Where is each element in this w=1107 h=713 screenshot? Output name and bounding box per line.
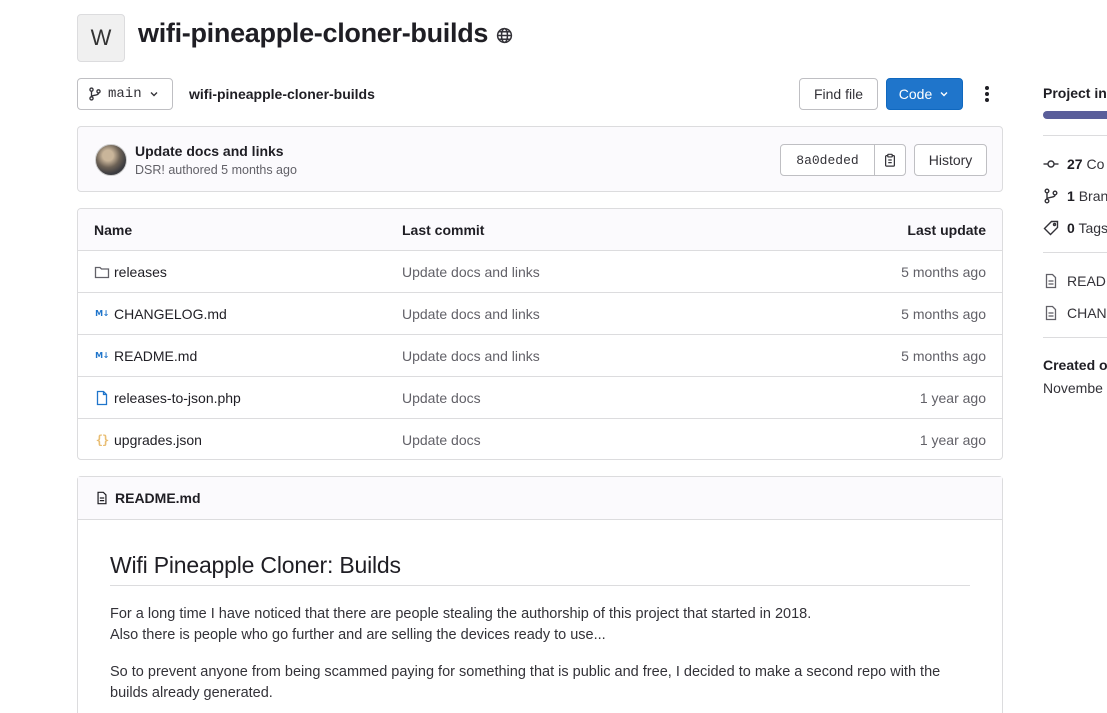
file-last-update: 5 months ago (901, 305, 986, 322)
commit-sha[interactable]: 8a0deded (781, 145, 875, 175)
file-last-commit[interactable]: Update docs and links (402, 293, 540, 334)
readme-filename[interactable]: README.md (115, 490, 201, 506)
created-on-label: Created o (1043, 357, 1107, 373)
history-button[interactable]: History (914, 144, 987, 176)
branch-icon (89, 87, 101, 101)
branches-label: Bran (1078, 188, 1107, 204)
readme-content: Wifi Pineapple Cloner: Builds For a long… (78, 520, 1002, 704)
globe-icon (496, 27, 513, 44)
file-name[interactable]: README.md (114, 348, 197, 364)
readme-panel: README.md Wifi Pineapple Cloner: Builds … (77, 476, 1003, 713)
table-header: Name Last commit Last update (78, 209, 1002, 251)
readme-paragraph: So to prevent anyone from being scammed … (110, 664, 941, 701)
file-icon (1045, 273, 1057, 289)
chevron-down-icon (150, 92, 158, 97)
branch-selector[interactable]: main (77, 78, 173, 110)
readme-paragraph: For a long time I have noticed that ther… (110, 604, 970, 646)
sidebar-divider (1043, 337, 1107, 338)
file-name[interactable]: releases-to-json.php (114, 390, 241, 406)
breadcrumb[interactable]: wifi-pineapple-cloner-builds (189, 86, 375, 102)
project-title-row: wifi-pineapple-cloner-builds (138, 18, 513, 49)
readme-link[interactable]: READM (1043, 273, 1107, 289)
branches-link[interactable]: 1 Bran (1043, 188, 1107, 204)
readme-link-label: READM (1067, 273, 1107, 289)
changelog-link-label: CHANG (1067, 305, 1107, 321)
sidebar-divider (1043, 252, 1107, 253)
branches-count: 1 (1067, 188, 1075, 204)
language-bar (1043, 111, 1107, 119)
file-name[interactable]: upgrades.json (114, 432, 202, 448)
markdown-icon: M↓ (95, 351, 109, 360)
branch-name: main (108, 86, 142, 102)
commit-author[interactable]: DSR! (135, 163, 165, 177)
table-row[interactable]: M↓ CHANGELOG.md Update docs and links 5 … (78, 293, 1002, 335)
tags-link[interactable]: 0 Tags (1043, 220, 1107, 236)
column-header-last-update: Last update (907, 221, 986, 238)
folder-icon (94, 266, 110, 278)
file-last-commit[interactable]: Update docs (402, 377, 481, 418)
commit-meta: DSR! authored 5 months ago (135, 163, 297, 177)
markdown-icon: M↓ (95, 309, 109, 318)
file-last-commit[interactable]: Update docs (402, 419, 481, 459)
last-commit-panel: Update docs and links DSR! authored 5 mo… (77, 126, 1003, 192)
code-button[interactable]: Code (886, 78, 963, 110)
readme-line: Also there is people who go further and … (110, 627, 606, 643)
commits-label: Co (1086, 156, 1105, 172)
project-title: wifi-pineapple-cloner-builds (138, 18, 489, 48)
table-row[interactable]: M↓ README.md Update docs and links 5 mon… (78, 335, 1002, 377)
file-last-update: 1 year ago (919, 432, 986, 448)
table-row[interactable]: {} upgrades.json Update docs 1 year ago (78, 419, 1002, 459)
sidebar-title: Project in (1043, 85, 1107, 101)
find-file-button[interactable]: Find file (799, 78, 878, 110)
readme-heading: Wifi Pineapple Cloner: Builds (110, 552, 970, 586)
json-icon: {} (95, 433, 109, 447)
code-button-label: Code (898, 86, 933, 102)
column-header-name: Name (94, 221, 133, 238)
file-icon (1045, 305, 1057, 321)
tag-icon (1043, 220, 1059, 236)
commit-icon (1043, 160, 1059, 168)
project-avatar-letter: W (90, 25, 112, 50)
clipboard-icon (885, 153, 895, 167)
table-row[interactable]: releases-to-json.php Update docs 1 year … (78, 377, 1002, 419)
file-name[interactable]: releases (114, 264, 167, 280)
file-last-update: 5 months ago (901, 263, 986, 280)
project-avatar: W (77, 14, 125, 62)
file-last-commit[interactable]: Update docs and links (402, 335, 540, 376)
project-sidebar: Project in 27 Co 1 Bran 0 Tags READM CHA… (1043, 0, 1107, 713)
created-on-date: Novembe (1043, 380, 1103, 396)
tags-count: 0 (1067, 220, 1075, 236)
file-icon (96, 390, 108, 405)
chevron-down-icon (940, 92, 948, 97)
readme-header: README.md (78, 477, 1002, 520)
readme-line: For a long time I have noticed that ther… (110, 606, 812, 622)
commit-title[interactable]: Update docs and links (135, 143, 284, 159)
sidebar-divider (1043, 135, 1107, 136)
file-last-update: 5 months ago (901, 347, 986, 364)
branch-icon (1044, 188, 1058, 204)
commits-count: 27 (1067, 156, 1083, 172)
commit-authored-time: authored 5 months ago (164, 163, 297, 177)
copy-sha-button[interactable] (875, 145, 905, 175)
file-table: Name Last commit Last update releases Up… (77, 208, 1003, 460)
table-row[interactable]: releases Update docs and links 5 months … (78, 251, 1002, 293)
file-last-update: 1 year ago (919, 389, 986, 406)
author-avatar[interactable] (95, 144, 127, 176)
commits-link[interactable]: 27 Co (1043, 156, 1104, 172)
column-header-last-commit: Last commit (402, 221, 485, 238)
file-icon (97, 491, 107, 505)
commit-sha-group: 8a0deded (780, 144, 906, 176)
changelog-link[interactable]: CHANG (1043, 305, 1107, 321)
more-actions-icon[interactable] (979, 82, 995, 106)
file-last-commit[interactable]: Update docs and links (402, 251, 540, 292)
file-name[interactable]: CHANGELOG.md (114, 306, 227, 322)
tags-label: Tags (1078, 220, 1107, 236)
